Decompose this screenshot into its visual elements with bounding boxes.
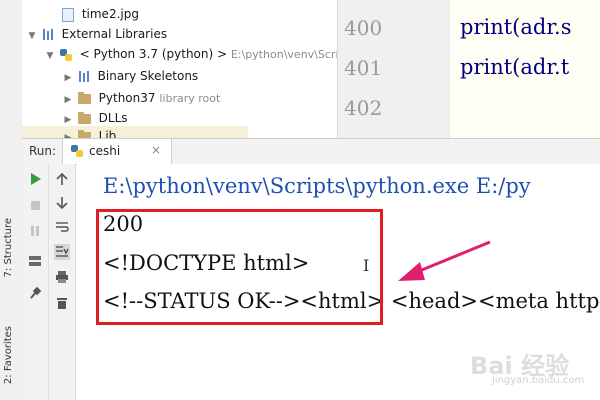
annotation-arrow-icon [398,240,491,281]
watermark-url: jingyan.baidu.com [492,375,585,386]
